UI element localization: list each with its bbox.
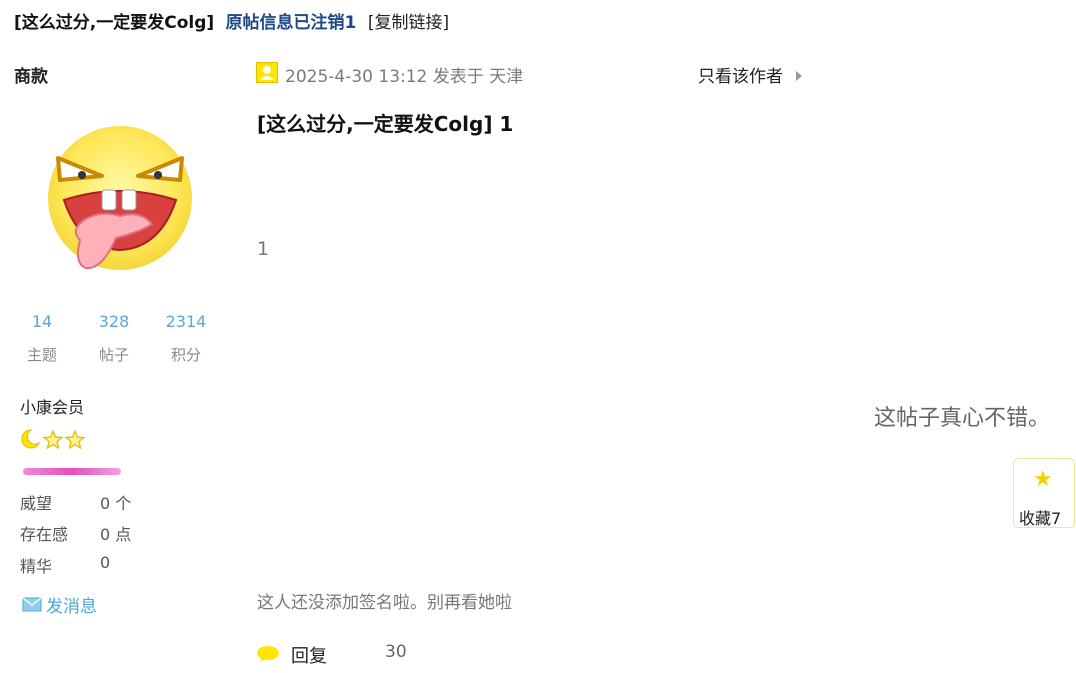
stat-topics-count[interactable]: 14: [12, 312, 72, 331]
view-author-only-label: 只看该作者: [698, 67, 783, 87]
thread-title: [这么过分,一定要发Colg]: [14, 13, 215, 33]
scrolling-comment-text: 这帖子真心不错。: [874, 406, 1051, 431]
original-post-link[interactable]: 原帖信息已注销1: [226, 13, 357, 33]
reply-count: 30: [385, 642, 407, 662]
stat-posts-label: 帖子: [98, 346, 129, 364]
send-message-label: 发消息: [46, 597, 97, 617]
favorite-label: 收藏7: [1019, 509, 1062, 528]
star-icon: ★: [1033, 467, 1053, 492]
presence-value: 0 点: [100, 525, 132, 544]
copy-link-button[interactable]: [复制链接]: [368, 13, 449, 33]
star-icon: [42, 429, 64, 450]
tongue-out-emoji-icon[interactable]: [40, 120, 200, 280]
digest-label: 精华: [20, 557, 53, 576]
moon-icon: [21, 429, 41, 449]
member-level[interactable]: 小康会员: [20, 394, 84, 418]
thread-title-bar: [这么过分,一定要发Colg] 原帖信息已注销1 [复制链接]: [14, 8, 449, 33]
post-time-location: 2025-4-30 13:12 发表于 天津: [285, 67, 524, 87]
triangle-right-icon: [796, 71, 803, 81]
envelope-icon: [22, 597, 42, 612]
reply-button[interactable]: 回复: [291, 642, 327, 668]
author-icon: [256, 62, 278, 83]
level-progress-bar: [23, 468, 121, 475]
post-title: [这么过分,一定要发Colg] 1: [257, 112, 514, 136]
user-signature: 这人还没添加签名啦。别再看她啦: [257, 593, 512, 613]
stat-topics-label: 主题: [26, 346, 57, 364]
speech-bubble-icon: [257, 646, 279, 662]
level-icons: [21, 429, 86, 450]
view-author-only-link[interactable]: 只看该作者: [698, 62, 804, 87]
stat-points-label: 积分: [170, 346, 201, 364]
stat-posts-count[interactable]: 328: [84, 312, 144, 331]
prestige-value: 0 个: [100, 494, 132, 513]
prestige-label: 威望: [20, 494, 53, 513]
star-icon: [64, 429, 86, 450]
post-body: 1: [257, 238, 270, 260]
favorite-button[interactable]: ★ 收藏7: [1013, 458, 1075, 528]
stat-points-count[interactable]: 2314: [156, 312, 216, 331]
digest-value: 0: [100, 553, 111, 572]
presence-label: 存在感: [20, 525, 69, 544]
username[interactable]: 商款: [14, 62, 48, 87]
send-message-link[interactable]: 发消息: [22, 592, 97, 617]
